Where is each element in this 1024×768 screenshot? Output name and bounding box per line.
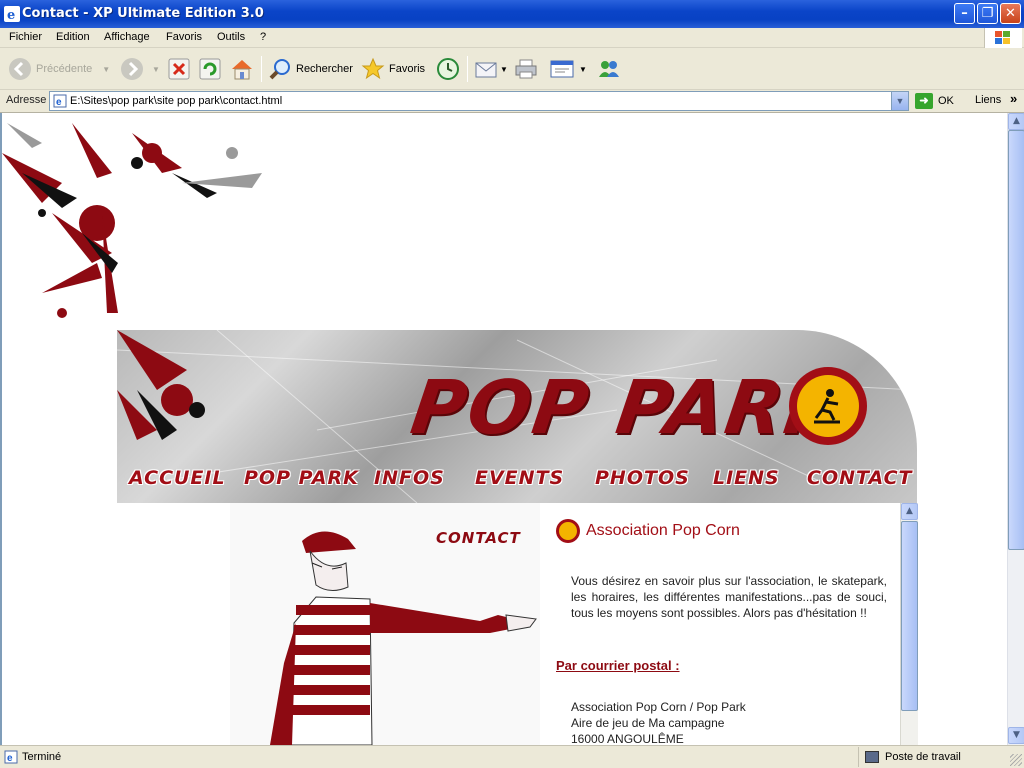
edit-page-icon xyxy=(550,60,574,78)
nav-pop-park[interactable]: POP PARK xyxy=(244,467,359,489)
scroll-up-icon[interactable]: ▲ xyxy=(1008,113,1024,130)
postal-address: Association Pop Corn / Pop Park Aire de … xyxy=(571,699,746,745)
content-scroll-thumb[interactable] xyxy=(901,521,918,711)
security-zone: Poste de travail xyxy=(858,747,1008,767)
svg-text:e: e xyxy=(7,8,15,22)
content-frame: CONTACT Association Pop Corn Vous désire… xyxy=(230,503,918,745)
intro-paragraph: Vous désirez en savoir plus sur l'associ… xyxy=(571,574,887,620)
minimize-button[interactable]: – xyxy=(954,3,975,24)
restore-button[interactable]: ❐ xyxy=(977,3,998,24)
skater-badge-icon xyxy=(789,367,867,445)
menu-affichage[interactable]: Affichage xyxy=(104,31,150,43)
back-button[interactable]: Précédente ▼ xyxy=(8,54,110,84)
address-line: Association Pop Corn / Pop Park xyxy=(571,700,746,714)
forward-button[interactable]: ▼ xyxy=(120,54,160,84)
favorites-button[interactable]: Favoris xyxy=(361,54,425,84)
links-toolbar[interactable]: Liens xyxy=(975,94,1001,106)
go-button[interactable]: ➜ OK xyxy=(915,93,954,109)
menu-help[interactable]: ? xyxy=(260,31,266,43)
close-button[interactable]: ✕ xyxy=(1000,3,1021,24)
links-chevron-icon[interactable]: » xyxy=(1010,91,1017,106)
nav-accueil[interactable]: ACCUEIL xyxy=(129,467,226,489)
forward-arrow-icon xyxy=(121,58,143,80)
address-line: 16000 ANGOULÊME xyxy=(571,732,684,745)
mail-icon xyxy=(475,62,497,78)
resize-grip-icon[interactable] xyxy=(1010,754,1022,766)
ink-splatter-graphic xyxy=(2,113,282,333)
messenger-button[interactable] xyxy=(597,54,621,84)
menu-fichier[interactable]: Fichier xyxy=(9,31,42,43)
site-banner: POP PARK ACCUEIL POP PARK INFOS EVENTS P… xyxy=(117,330,917,503)
nav-photos[interactable]: PHOTOS xyxy=(595,467,690,489)
refresh-icon xyxy=(199,58,221,80)
nav-infos[interactable]: INFOS xyxy=(374,467,445,489)
skater-badge-icon xyxy=(556,519,580,543)
content-scroll-up-icon[interactable]: ▲ xyxy=(901,503,918,520)
site-logo[interactable]: POP PARK xyxy=(406,365,850,451)
svg-text:e: e xyxy=(7,753,13,764)
content-scrollbar[interactable]: ▲ xyxy=(900,503,918,745)
windows-flag-icon xyxy=(984,28,1022,48)
address-input[interactable] xyxy=(70,93,880,109)
association-heading: Association Pop Corn xyxy=(556,519,740,543)
menu-edition[interactable]: Edition xyxy=(56,31,90,43)
star-icon xyxy=(361,57,385,80)
go-arrow-icon: ➜ xyxy=(915,93,933,109)
postal-heading: Par courrier postal : xyxy=(556,658,680,673)
nav-liens[interactable]: LIENS xyxy=(713,467,780,489)
address-line: Aire de jeu de Ma campagne xyxy=(571,716,725,730)
printer-icon xyxy=(515,59,537,79)
page-viewport: POP PARK ACCUEIL POP PARK INFOS EVENTS P… xyxy=(0,113,1024,745)
scroll-thumb[interactable] xyxy=(1008,130,1024,550)
window-title: Contact - XP Ultimate Edition 3.0 xyxy=(22,6,264,21)
toolbar-separator xyxy=(467,56,468,82)
home-icon xyxy=(232,60,252,80)
home-button[interactable] xyxy=(230,54,254,84)
association-title: Association Pop Corn xyxy=(586,522,740,539)
menu-favoris[interactable]: Favoris xyxy=(166,31,202,43)
page-done-icon: e xyxy=(4,750,18,764)
contact-text-column: Association Pop Corn Vous désirez en sav… xyxy=(550,503,902,745)
menu-outils[interactable]: Outils xyxy=(217,31,245,43)
nav-events[interactable]: EVENTS xyxy=(475,467,564,489)
address-bar: Adresse e ▼ ➜ OK Liens » xyxy=(0,90,1024,113)
svg-text:e: e xyxy=(56,97,62,108)
search-button[interactable]: Rechercher xyxy=(268,54,353,84)
status-text: Terminé xyxy=(22,751,62,763)
nav-contact[interactable]: CONTACT xyxy=(807,467,913,489)
back-dropdown-icon: ▼ xyxy=(102,64,111,74)
print-button[interactable] xyxy=(514,54,538,84)
history-icon xyxy=(437,58,459,80)
internet-explorer-icon: e xyxy=(4,6,20,22)
mail-dropdown-icon: ▼ xyxy=(500,64,508,74)
address-dropdown-icon[interactable]: ▼ xyxy=(891,92,908,110)
mail-button[interactable]: ▼ xyxy=(474,54,508,84)
edit-button[interactable]: ▼ xyxy=(549,54,587,84)
computer-icon xyxy=(865,751,879,763)
page-scrollbar[interactable]: ▲ ▼ xyxy=(1007,113,1024,745)
messenger-icon xyxy=(599,61,619,77)
menu-bar: Fichier Edition Affichage Favoris Outils… xyxy=(0,28,1024,48)
status-bar: e Terminé Poste de travail xyxy=(0,745,1024,768)
toolbar-separator xyxy=(261,56,262,82)
address-field[interactable]: e ▼ xyxy=(49,91,909,111)
back-arrow-icon xyxy=(9,58,31,80)
history-button[interactable] xyxy=(436,54,460,84)
page-icon: e xyxy=(53,94,67,108)
forward-dropdown-icon: ▼ xyxy=(152,64,160,74)
stop-button[interactable] xyxy=(168,54,190,84)
site-nav: ACCUEIL POP PARK INFOS EVENTS PHOTOS LIE… xyxy=(117,467,917,497)
search-icon xyxy=(269,59,290,80)
refresh-button[interactable] xyxy=(199,54,221,84)
scroll-down-icon[interactable]: ▼ xyxy=(1008,727,1024,744)
title-bar: e Contact - XP Ultimate Edition 3.0 – ❐ … xyxy=(0,0,1024,28)
toolbar: Précédente ▼ ▼ Rechercher Favoris ▼ ▼ xyxy=(0,48,1024,90)
edit-dropdown-icon: ▼ xyxy=(579,64,587,74)
section-tag: CONTACT xyxy=(436,529,521,547)
address-label: Adresse xyxy=(6,94,47,106)
stop-icon xyxy=(168,58,190,80)
